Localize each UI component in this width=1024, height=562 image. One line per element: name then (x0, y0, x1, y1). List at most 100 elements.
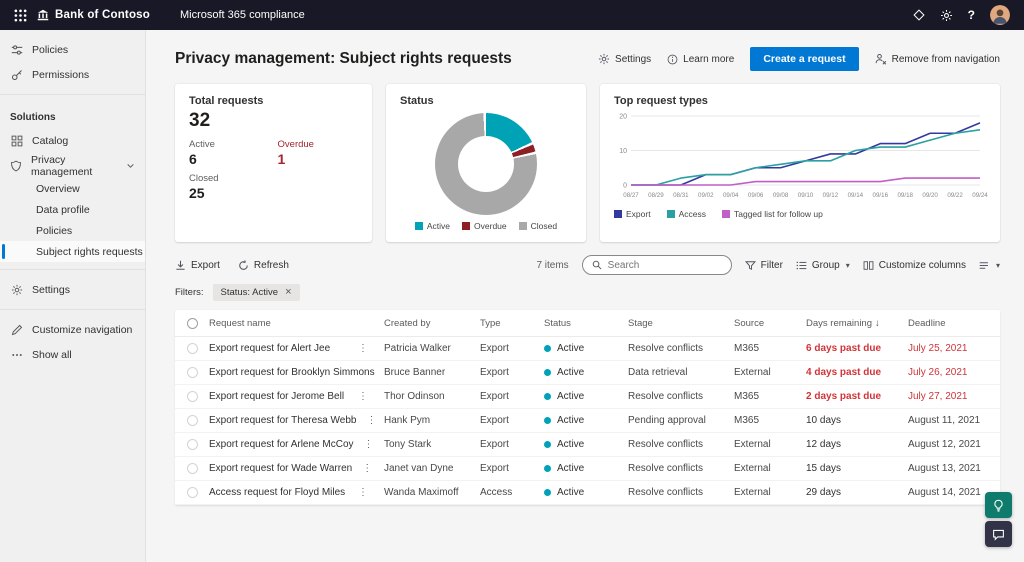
table-row[interactable]: Export request for Brooklyn Simmons⋮Bruc… (175, 361, 1000, 385)
table-row[interactable]: Access request for Floyd Miles ⋮ Wanda Max… (175, 481, 1000, 505)
card-title: Top request types (614, 95, 708, 107)
sidebar-item-privacy-management[interactable]: Privacy management (0, 153, 145, 178)
col-deadline[interactable]: Deadline (908, 318, 1000, 329)
request-name-cell[interactable]: Export request for Alert Jee ⋮ (209, 343, 384, 354)
row-more-icon[interactable]: ⋮ (357, 415, 385, 426)
svg-text:09/04: 09/04 (723, 192, 739, 199)
row-checkbox[interactable] (175, 439, 209, 450)
types-legend: Export Access Tagged list for follow up (614, 209, 986, 219)
col-request-name[interactable]: Request name (209, 318, 384, 329)
request-name-cell[interactable]: Access request for Floyd Miles ⋮ (209, 487, 384, 498)
request-name-cell[interactable]: Export request for Wade Warren ⋮ (209, 463, 384, 474)
row-checkbox[interactable] (175, 415, 209, 426)
stage-cell: Pending approval (628, 415, 706, 426)
row-checkbox[interactable] (175, 487, 209, 498)
svg-text:08/29: 08/29 (648, 192, 664, 199)
row-checkbox[interactable] (175, 367, 209, 378)
table-row[interactable]: Export request for Jerome Bell ⋮ Thor Odin… (175, 385, 1000, 409)
row-more-icon[interactable]: ⋮ (375, 367, 384, 378)
page-title: Privacy management: Subject rights reque… (175, 50, 512, 67)
deadline-cell: July 26, 2021 (908, 367, 968, 378)
search-box[interactable] (581, 255, 732, 275)
settings-gear-icon[interactable] (940, 9, 953, 22)
row-checkbox[interactable] (175, 343, 209, 354)
svg-text:09/18: 09/18 (897, 192, 913, 199)
refresh-button[interactable]: Refresh (238, 260, 289, 271)
sidebar-item-label: Catalog (32, 134, 69, 147)
feedback-button[interactable] (985, 521, 1012, 547)
select-all-checkbox[interactable] (186, 317, 198, 329)
col-source[interactable]: Source (734, 318, 806, 329)
deadline-cell: August 11, 2021 (908, 415, 981, 426)
sidebar-item-data-profile[interactable]: Data profile (0, 199, 145, 220)
filter-chip-status-active[interactable]: Status: Active × (212, 284, 300, 301)
sidebar-item-policies[interactable]: Policies (0, 37, 145, 62)
request-name-cell[interactable]: Export request for Theresa Webb ⋮ (209, 415, 384, 426)
filter-button[interactable]: Filter (744, 260, 783, 271)
table-row[interactable]: Export request for Arlene McCoy ⋮ Tony Sta… (175, 433, 1000, 457)
status-cell: Active (544, 415, 628, 426)
export-button[interactable]: Export (175, 260, 220, 271)
row-more-icon[interactable]: ⋮ (354, 439, 384, 450)
sidebar-item-settings[interactable]: Settings (0, 277, 145, 302)
group-button[interactable]: Group ▾ (796, 260, 850, 271)
bank-logo-icon (37, 9, 49, 21)
settings-button[interactable]: Settings (598, 53, 651, 65)
search-input[interactable] (607, 259, 722, 271)
source-cell: M365 (734, 343, 760, 354)
columns-icon (863, 260, 874, 271)
col-type[interactable]: Type (480, 318, 544, 329)
remove-from-navigation-button[interactable]: Remove from navigation (875, 53, 1000, 65)
types-legend-item: Export (614, 209, 651, 219)
sidebar-item-permissions[interactable]: Permissions (0, 62, 145, 87)
download-icon (175, 260, 186, 271)
sidebar-item-customize-navigation[interactable]: Customize navigation (0, 317, 145, 342)
table-row[interactable]: Export request for Theresa Webb ⋮ Hank Pym… (175, 409, 1000, 433)
view-options-button[interactable]: ▾ (979, 260, 1000, 271)
status-donut-chart (435, 113, 537, 215)
days-remaining-cell: 12 days (806, 439, 842, 450)
days-remaining-cell: 2 days past due (806, 391, 882, 402)
col-created-by[interactable]: Created by (384, 318, 480, 329)
overdue-value: 1 (277, 151, 286, 167)
row-more-icon[interactable]: ⋮ (352, 463, 382, 474)
status-cell: Active (544, 487, 628, 498)
table-row[interactable]: Export request for Wade Warren ⋮ Janet van… (175, 457, 1000, 481)
row-more-icon[interactable]: ⋮ (348, 487, 378, 498)
sidebar-item-policies-child[interactable]: Policies (0, 220, 145, 241)
table-row[interactable]: Export request for Alert Jee ⋮ Patricia Wa… (175, 337, 1000, 361)
row-checkbox[interactable] (175, 391, 209, 402)
sidebar-item-catalog[interactable]: Catalog (0, 128, 145, 153)
avatar[interactable] (990, 5, 1010, 25)
source-cell: External (734, 439, 771, 450)
svg-text:09/20: 09/20 (922, 192, 938, 199)
row-checkbox[interactable] (175, 463, 209, 474)
sidebar-item-overview[interactable]: Overview (0, 178, 145, 199)
app-launcher-icon[interactable] (8, 9, 33, 22)
row-more-icon[interactable]: ⋮ (348, 391, 378, 402)
lightbulb-icon (992, 499, 1005, 512)
chevron-down-icon: ▾ (995, 260, 1000, 270)
created-by-cell: Patricia Walker (384, 343, 451, 354)
remove-filter-icon[interactable]: × (285, 287, 291, 298)
col-stage[interactable]: Stage (628, 318, 734, 329)
help-icon[interactable]: ? (968, 9, 975, 21)
request-name-cell[interactable]: Export request for Brooklyn Simmons⋮ (209, 367, 384, 378)
request-name-cell[interactable]: Export request for Jerome Bell ⋮ (209, 391, 384, 402)
sidebar-item-subject-rights-requests[interactable]: Subject rights requests (0, 241, 145, 262)
create-request-button[interactable]: Create a request (750, 47, 859, 71)
row-more-icon[interactable]: ⋮ (348, 343, 378, 354)
customize-columns-button[interactable]: Customize columns (863, 260, 966, 271)
shield-icon (10, 160, 22, 172)
sidebar-item-show-all[interactable]: Show all (0, 342, 145, 367)
col-status[interactable]: Status (544, 318, 628, 329)
col-days-remaining[interactable]: Days remaining ↓ (806, 318, 908, 329)
stage-cell: Resolve conflicts (628, 343, 704, 354)
learn-more-button[interactable]: Learn more (667, 54, 734, 65)
request-name-cell[interactable]: Export request for Arlene McCoy ⋮ (209, 439, 384, 450)
whats-new-icon[interactable] (913, 9, 925, 21)
chevron-down-icon (126, 161, 135, 170)
help-bulb-button[interactable] (985, 492, 1012, 518)
sidebar-item-label: Show all (32, 348, 72, 361)
svg-text:10: 10 (619, 148, 627, 155)
